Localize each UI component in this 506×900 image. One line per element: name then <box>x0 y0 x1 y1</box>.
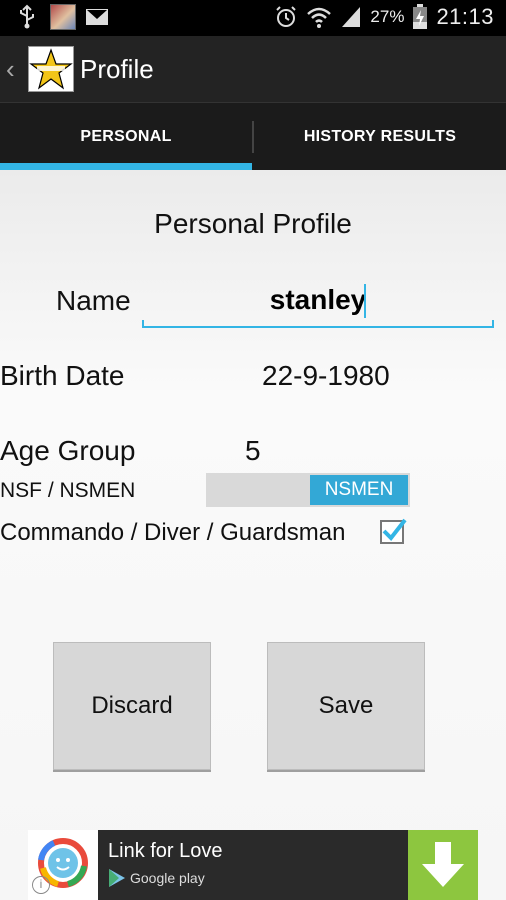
signal-icon <box>342 7 361 27</box>
text-cursor <box>364 284 366 318</box>
ad-title: Link for Love <box>108 840 223 862</box>
name-field[interactable] <box>142 276 494 328</box>
checkmark-icon <box>382 518 407 542</box>
vocation-label: Commando / Diver / Guardsman <box>0 519 346 546</box>
star-logo-icon[interactable] <box>28 46 74 92</box>
google-play-badge: Google play <box>108 868 205 888</box>
status-bar: 27% 21:13 <box>0 0 506 36</box>
form-heading: Personal Profile <box>154 208 352 239</box>
tab-bar: PERSONAL HISTORY RESULTS <box>0 102 506 171</box>
battery-charging-icon <box>413 4 428 29</box>
action-bar: ‹ Profile <box>0 36 506 102</box>
page-title: Profile <box>80 54 154 84</box>
download-button[interactable] <box>408 830 478 900</box>
birth-date-value[interactable]: 22-9-1980 <box>262 360 390 392</box>
name-underline <box>142 320 494 328</box>
play-store-icon <box>109 869 125 887</box>
service-toggle[interactable]: NSMEN <box>206 473 410 507</box>
wifi-icon <box>307 7 332 28</box>
info-icon[interactable]: i <box>32 876 50 894</box>
name-label: Name <box>56 285 131 316</box>
birth-date-label: Birth Date <box>0 360 125 391</box>
tab-personal[interactable]: PERSONAL <box>0 103 252 171</box>
notification-thumbnail-icon <box>50 4 76 30</box>
tab-history-results[interactable]: HISTORY RESULTS <box>254 103 506 171</box>
usb-icon <box>20 4 34 29</box>
service-toggle-on: NSMEN <box>310 475 408 505</box>
mail-icon <box>86 9 108 25</box>
ad-banner[interactable]: i Link for Love Google play <box>28 830 478 900</box>
age-group-label: Age Group <box>0 435 136 466</box>
download-arrow-icon <box>422 842 464 887</box>
discard-button[interactable]: Discard <box>53 642 211 770</box>
age-group-value: 5 <box>245 435 261 466</box>
save-button[interactable]: Save <box>267 642 425 770</box>
back-caret-icon[interactable]: ‹ <box>6 54 20 84</box>
clock: 21:13 <box>436 4 494 29</box>
service-label: NSF / NSMEN <box>0 479 136 502</box>
alarm-icon <box>276 6 297 27</box>
vocation-checkbox[interactable] <box>380 518 407 544</box>
battery-percent: 27% <box>370 7 405 26</box>
name-input[interactable] <box>142 276 494 324</box>
profile-form: Personal Profile Name Birth Date 22-9-19… <box>0 170 506 900</box>
